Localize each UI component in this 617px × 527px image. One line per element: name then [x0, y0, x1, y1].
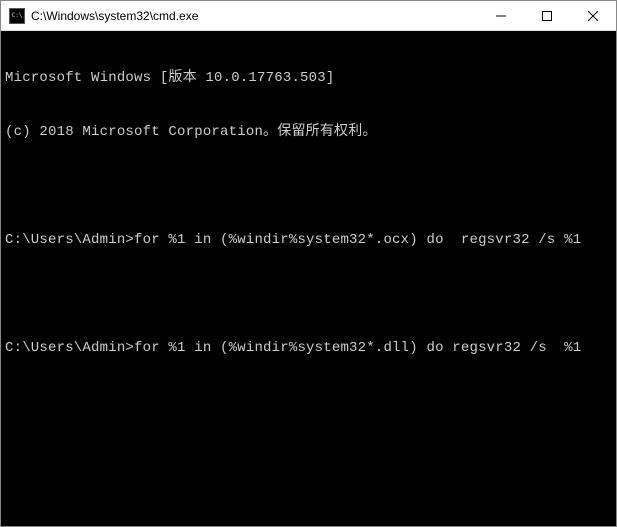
terminal-line [5, 177, 612, 195]
cmd-icon: C:\ [9, 8, 25, 24]
terminal-line: C:\Users\Admin>for %1 in (%windir%system… [5, 339, 612, 357]
maximize-icon [542, 11, 552, 21]
maximize-button[interactable] [524, 1, 570, 30]
terminal-line: Microsoft Windows [版本 10.0.17763.503] [5, 69, 612, 87]
minimize-button[interactable] [478, 1, 524, 30]
close-button[interactable] [570, 1, 616, 30]
titlebar[interactable]: C:\ C:\Windows\system32\cmd.exe [1, 1, 616, 31]
terminal-line: C:\Users\Admin>for %1 in (%windir%system… [5, 231, 612, 249]
close-icon [588, 11, 598, 21]
terminal-output[interactable]: Microsoft Windows [版本 10.0.17763.503] (c… [1, 31, 616, 526]
minimize-icon [496, 11, 506, 21]
window-controls [478, 1, 616, 30]
cmd-window: C:\ C:\Windows\system32\cmd.exe Microsof… [0, 0, 617, 527]
terminal-line: (c) 2018 Microsoft Corporation。保留所有权利。 [5, 123, 612, 141]
window-title: C:\Windows\system32\cmd.exe [31, 9, 478, 23]
terminal-line [5, 285, 612, 303]
